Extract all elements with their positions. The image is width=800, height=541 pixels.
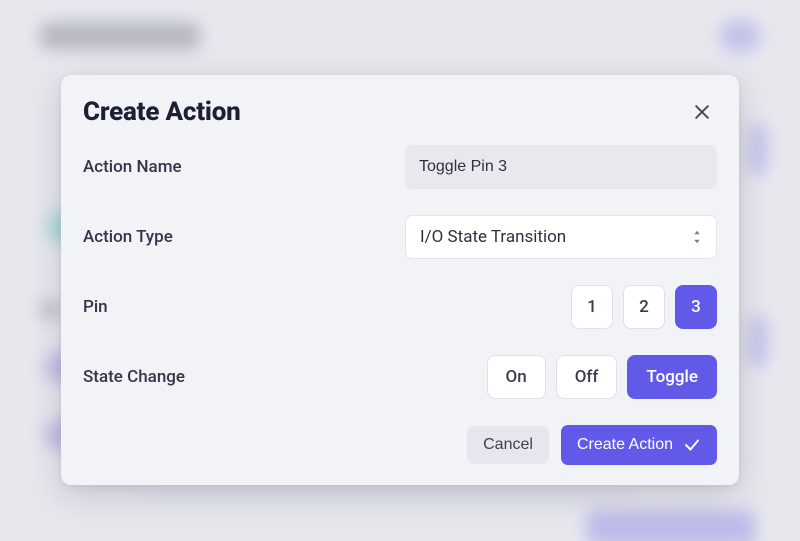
pin-option-group: 1 2 3 xyxy=(571,285,717,329)
modal-title: Create Action xyxy=(83,97,241,127)
check-icon xyxy=(683,436,701,454)
modal-footer: Cancel Create Action xyxy=(83,425,717,465)
state-option-on[interactable]: On xyxy=(487,355,546,399)
state-option-group: On Off Toggle xyxy=(487,355,717,399)
pin-option-1[interactable]: 1 xyxy=(571,285,613,329)
pin-option-2[interactable]: 2 xyxy=(623,285,665,329)
cancel-button[interactable]: Cancel xyxy=(467,426,549,464)
action-type-select[interactable]: I/O State Transition xyxy=(405,215,717,259)
close-icon xyxy=(692,102,712,122)
action-type-value: I/O State Transition xyxy=(420,227,566,247)
row-state-change: State Change On Off Toggle xyxy=(83,355,717,399)
state-option-toggle[interactable]: Toggle xyxy=(627,355,717,399)
row-action-name: Action Name xyxy=(83,145,717,189)
label-action-name: Action Name xyxy=(83,157,182,177)
action-name-input[interactable] xyxy=(405,145,717,189)
row-pin: Pin 1 2 3 xyxy=(83,285,717,329)
create-action-button-label: Create Action xyxy=(577,436,673,454)
label-action-type: Action Type xyxy=(83,227,173,247)
pin-option-3[interactable]: 3 xyxy=(675,285,717,329)
create-action-modal: Create Action Action Name Action Type I/… xyxy=(61,75,739,485)
state-option-off[interactable]: Off xyxy=(556,355,618,399)
create-action-button[interactable]: Create Action xyxy=(561,425,717,465)
label-pin: Pin xyxy=(83,297,108,317)
row-action-type: Action Type I/O State Transition xyxy=(83,215,717,259)
label-state-change: State Change xyxy=(83,367,185,387)
close-button[interactable] xyxy=(687,97,717,127)
chevron-updown-icon xyxy=(690,228,704,246)
modal-header: Create Action xyxy=(83,97,717,127)
